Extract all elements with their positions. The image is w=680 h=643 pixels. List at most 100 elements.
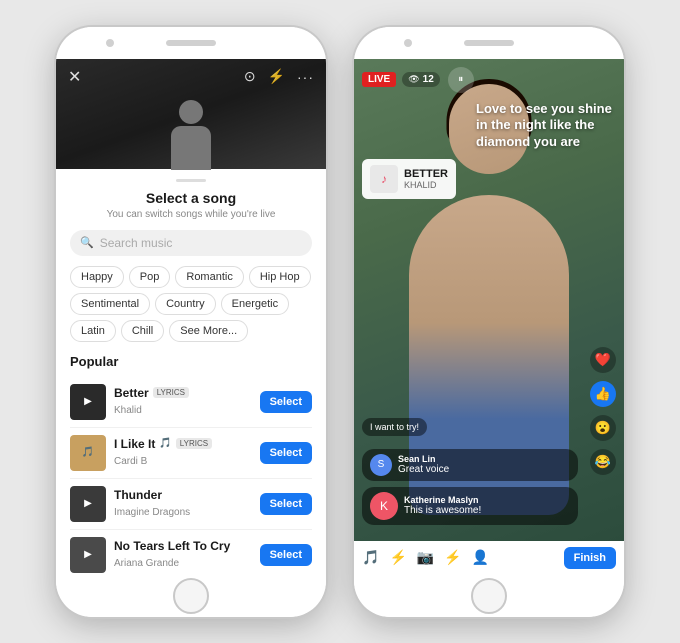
home-button-right[interactable] (471, 578, 507, 614)
avatar-sean: S (370, 454, 392, 476)
camera-toolbar-icon[interactable]: 📷 (417, 549, 434, 566)
genre-tag-romantic[interactable]: Romantic (175, 266, 243, 288)
live-viewers: 👁 12 (402, 72, 440, 87)
genre-tag-country[interactable]: Country (155, 293, 216, 315)
song-list: ▶ Better LYRICS Khalid Select (70, 377, 312, 575)
comment-katherine: K Katherine Maslyn This is awesome! (362, 487, 578, 525)
song-card-icon: ♪ (370, 165, 398, 193)
live-screen: LIVE 👁 12 ⏸ Love to see you shine in the… (354, 59, 624, 575)
friends-toolbar-icon[interactable]: 👤 (472, 549, 489, 566)
song-card-info: BETTER KHALID (404, 168, 448, 190)
song-artist-better: Khalid (114, 405, 142, 416)
song-card-artist: KHALID (404, 180, 448, 190)
want-text: I want to try! (362, 418, 427, 436)
song-name-row-better: Better LYRICS (114, 386, 252, 400)
select-button-ilike[interactable]: Select (260, 442, 312, 464)
song-item-thunder: ▶ Thunder Imagine Dragons Select (70, 479, 312, 530)
viewer-count: 12 (423, 74, 434, 85)
speaker-right (464, 40, 514, 46)
song-info-ilike: I Like It 🎵 LYRICS Cardi B (114, 437, 252, 469)
select-button-notears[interactable]: Select (260, 544, 312, 566)
close-icon[interactable]: ✕ (68, 67, 81, 87)
panel-subtitle: You can switch songs while you're live (70, 209, 312, 220)
comment-text-katherine: Katherine Maslyn This is awesome! (404, 495, 481, 516)
genre-tag-more[interactable]: See More... (169, 320, 248, 342)
left-phone: ✕ ⊙ ⚡ ··· (56, 27, 326, 617)
genre-tag-sentimental[interactable]: Sentimental (70, 293, 150, 315)
song-item-better: ▶ Better LYRICS Khalid Select (70, 377, 312, 428)
play-icon: ▶ (84, 396, 92, 407)
genre-tag-happy[interactable]: Happy (70, 266, 124, 288)
play-icon-thunder: ▶ (84, 498, 92, 509)
effects-toolbar-icon[interactable]: ⚡ (389, 549, 406, 566)
reaction-wow: 😮 (590, 415, 616, 441)
note-badge: 🎵 (159, 438, 171, 449)
comment-sean: S Sean Lin Great voice (362, 449, 578, 481)
song-name-row-ilike: I Like It 🎵 LYRICS (114, 437, 252, 451)
song-name-notears: No Tears Left To Cry (114, 539, 230, 553)
live-toolbar: 🎵 ⚡ 📷 ⚡ 👤 Finish (354, 541, 624, 575)
right-phone: LIVE 👁 12 ⏸ Love to see you shine in the… (354, 27, 624, 617)
song-info-thunder: Thunder Imagine Dragons (114, 488, 252, 520)
select-button-thunder[interactable]: Select (260, 493, 312, 515)
reaction-like: 👍 (590, 381, 616, 407)
popular-label: Popular (70, 354, 312, 369)
song-item-notears: ▶ No Tears Left To Cry Ariana Grande Sel… (70, 530, 312, 575)
commenter-name-katherine: Katherine Maslyn (404, 495, 481, 505)
silhouette-body (171, 126, 211, 170)
lyrics-badge-ilike: LYRICS (176, 438, 212, 449)
song-thumb-ilike: 🎵 (70, 435, 106, 471)
person-silhouette (56, 95, 326, 170)
phones-container: ✕ ⊙ ⚡ ··· (0, 0, 680, 643)
silhouette-shape (166, 100, 216, 170)
select-button-better[interactable]: Select (260, 391, 312, 413)
song-panel: Select a song You can switch songs while… (56, 169, 326, 575)
flash-icon[interactable]: ⚡ (268, 68, 285, 85)
genre-tag-latin[interactable]: Latin (70, 320, 116, 342)
speaker (166, 40, 216, 46)
genre-tag-energetic[interactable]: Energetic (221, 293, 289, 315)
camera-dot (106, 39, 114, 47)
song-name-ilike: I Like It (114, 437, 155, 451)
live-overlay: LIVE 👁 12 ⏸ Love to see you shine in the… (354, 59, 624, 575)
lyrics-badge-better: LYRICS (153, 387, 189, 398)
play-icon-notears: ▶ (84, 549, 92, 560)
finish-button[interactable]: Finish (564, 547, 616, 569)
pause-button[interactable]: ⏸ (448, 67, 474, 93)
song-item-ilike: 🎵 I Like It 🎵 LYRICS Cardi B Select (70, 428, 312, 479)
genre-tag-hiphop[interactable]: Hip Hop (249, 266, 311, 288)
left-phone-bottom (56, 575, 326, 617)
genre-tag-chill[interactable]: Chill (121, 320, 164, 342)
comment-text-sean: Sean Lin Great voice (398, 454, 449, 475)
more-icon[interactable]: ··· (297, 69, 314, 85)
avatar-katherine: K (370, 492, 398, 520)
search-icon: 🔍 (80, 236, 94, 249)
search-input[interactable]: Search music (100, 236, 173, 250)
lyrics-text: Love to see you shine in the night like … (476, 101, 616, 152)
want-comment: I want to try! (362, 417, 427, 435)
song-thumb-thunder: ▶ (70, 486, 106, 522)
right-phone-screen: LIVE 👁 12 ⏸ Love to see you shine in the… (354, 59, 624, 575)
live-badge: LIVE (362, 72, 396, 87)
song-info-better: Better LYRICS Khalid (114, 386, 252, 418)
song-name-row-thunder: Thunder (114, 488, 252, 502)
song-artist-notears: Ariana Grande (114, 558, 179, 569)
flash-toolbar-icon[interactable]: ⚡ (444, 549, 461, 566)
search-bar[interactable]: 🔍 Search music (70, 230, 312, 256)
song-artist-ilike: Cardi B (114, 456, 147, 467)
right-phone-bottom (354, 575, 624, 617)
genre-tag-pop[interactable]: Pop (129, 266, 171, 288)
comment-body-katherine: This is awesome! (404, 505, 481, 516)
eye-icon: 👁 (408, 74, 419, 85)
home-button-left[interactable] (173, 578, 209, 614)
song-card: ♪ BETTER KHALID (362, 159, 456, 199)
live-top-bar: LIVE 👁 12 ⏸ (354, 59, 624, 97)
song-name-better: Better (114, 386, 149, 400)
music-toolbar-icon[interactable]: 🎵 (362, 549, 379, 566)
camera-dot-right (404, 39, 412, 47)
song-card-title: BETTER (404, 168, 448, 180)
left-phone-screen: ✕ ⊙ ⚡ ··· (56, 59, 326, 575)
panel-handle (176, 179, 206, 182)
left-screen: ✕ ⊙ ⚡ ··· (56, 59, 326, 575)
camera-icon[interactable]: ⊙ (244, 68, 256, 85)
